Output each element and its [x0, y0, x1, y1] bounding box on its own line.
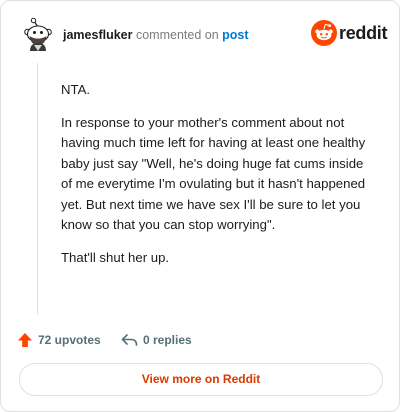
- reddit-logo-icon: [311, 20, 337, 46]
- comment-body: NTA. In response to your mother's commen…: [61, 80, 373, 280]
- comment-paragraph: NTA.: [61, 82, 91, 97]
- snoo-avatar-icon[interactable]: [23, 17, 53, 52]
- replies-button[interactable]: 0 replies: [121, 330, 192, 350]
- upvote-arrow-icon: [18, 333, 32, 347]
- reddit-brand-link[interactable]: reddit: [311, 20, 388, 46]
- replies-count: 0 replies: [143, 333, 192, 347]
- comment-embed-card: jamesfluker commented on post reddit NTA…: [0, 0, 400, 412]
- username-link[interactable]: jamesfluker: [63, 28, 132, 42]
- upvotes-count: 72 upvotes: [38, 333, 101, 347]
- comment-header: jamesfluker commented on post reddit: [23, 17, 388, 52]
- comment-byline: jamesfluker commented on post: [63, 28, 249, 42]
- view-more-button[interactable]: View more on Reddit: [19, 363, 383, 396]
- reply-arrow-icon: [121, 334, 138, 346]
- byline-verb: commented on: [135, 28, 219, 42]
- thread-line: [37, 63, 38, 315]
- post-link[interactable]: post: [222, 28, 248, 42]
- upvotes-button[interactable]: 72 upvotes: [17, 330, 101, 350]
- reddit-wordmark: reddit: [339, 23, 388, 43]
- comment-actions: 72 upvotes 0 replies: [17, 330, 317, 350]
- comment-paragraph: In response to your mother's comment abo…: [61, 114, 366, 233]
- comment-paragraph: That'll shut her up.: [61, 249, 170, 265]
